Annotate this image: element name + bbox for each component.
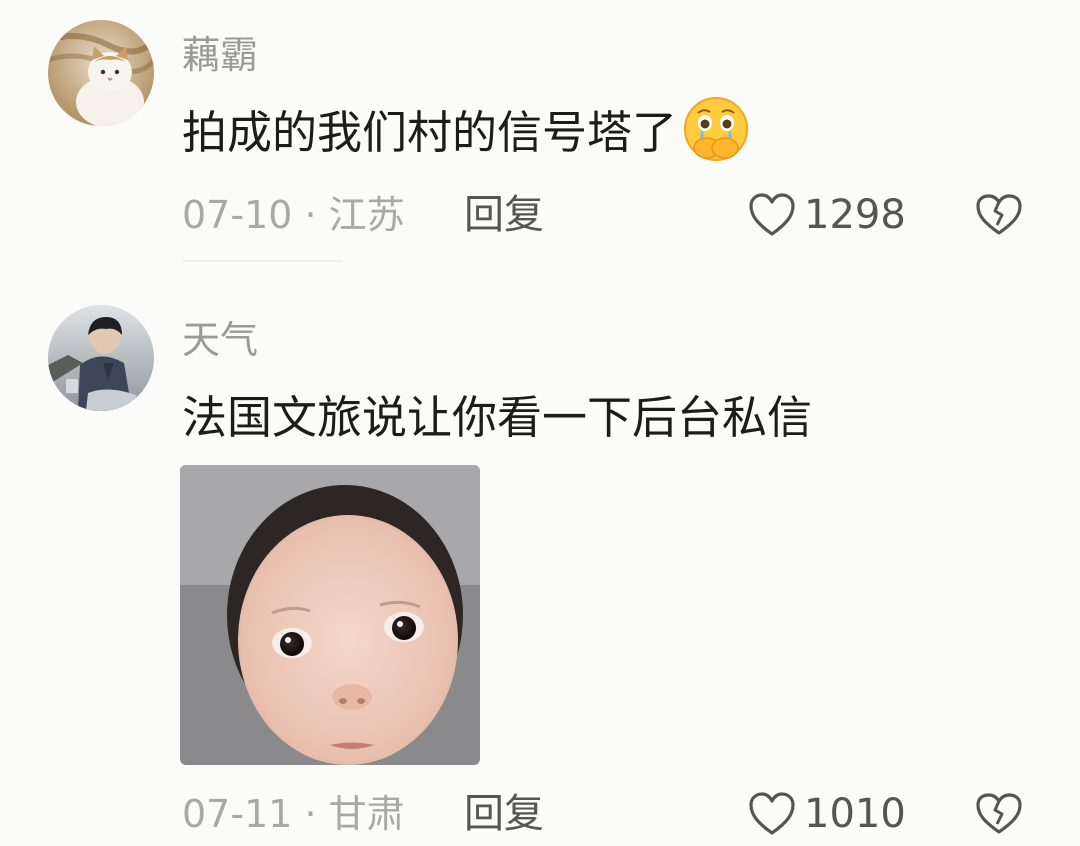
comment-location: 江苏 — [328, 193, 405, 237]
comment-meta: 07-10 · 江苏 — [182, 196, 405, 234]
crying-face-emoji-icon — [681, 94, 751, 171]
reply-button[interactable]: 回复 — [464, 794, 544, 834]
user-avatar[interactable] — [48, 305, 154, 411]
like-button[interactable]: 1010 — [748, 791, 906, 837]
comment-text-body: 法国文旅说让你看一下后台私信 — [182, 390, 813, 444]
meta-separator: · — [292, 792, 329, 836]
comment-meta: 07-11 · 甘肃 — [182, 795, 405, 833]
comment-text: 法国文旅说让你看一下后台私信 — [182, 392, 812, 442]
baby-face-sticker[interactable] — [180, 465, 480, 765]
heart-icon — [749, 792, 795, 835]
heart-icon — [749, 193, 795, 236]
meta-separator: · — [292, 193, 329, 237]
cat-avatar-icon — [48, 20, 154, 126]
username[interactable]: 天气 — [182, 321, 258, 359]
dislike-button[interactable] — [975, 792, 1023, 840]
comment-location: 甘肃 — [328, 792, 405, 836]
reply-button[interactable]: 回复 — [464, 195, 544, 235]
broken-heart-icon — [976, 793, 1022, 834]
comment-text-body: 拍成的我们村的信号塔了 — [182, 105, 678, 159]
comment-text: 拍成的我们村的信号塔了 — [182, 96, 751, 166]
comment-date: 07-11 — [182, 792, 293, 836]
broken-heart-icon — [976, 194, 1022, 235]
dislike-button[interactable] — [975, 193, 1023, 241]
like-button[interactable]: 1298 — [748, 192, 906, 238]
username[interactable]: 藕霸 — [182, 36, 258, 74]
like-count: 1298 — [804, 192, 906, 238]
divider — [182, 260, 342, 262]
comment-date: 07-10 — [182, 193, 293, 237]
baby-face-sticker-icon — [180, 465, 480, 765]
user-avatar[interactable] — [48, 20, 154, 126]
person-sitting-avatar-icon — [48, 305, 154, 411]
like-count: 1010 — [804, 791, 906, 837]
